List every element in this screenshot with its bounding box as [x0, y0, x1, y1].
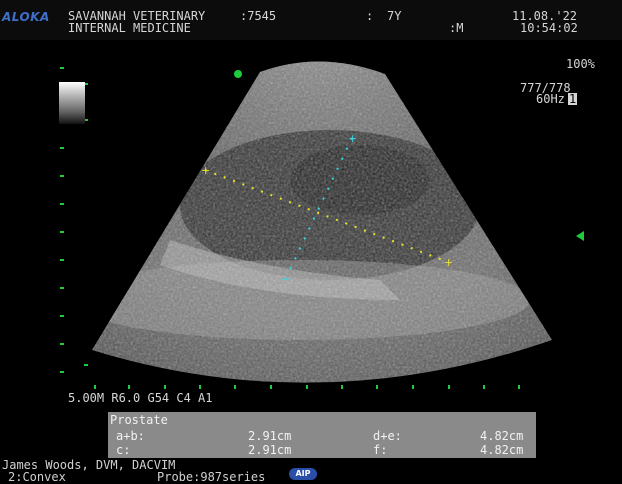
caliper-line-cyan: [285, 137, 353, 279]
aip-badge: AIP: [289, 468, 317, 480]
caliper-start-cyan: +: [348, 132, 357, 145]
measure-value-de: 4.82cm: [480, 429, 524, 443]
measure-label-f: f:: [373, 443, 388, 457]
calipers: + + + +: [60, 67, 520, 389]
measure-value-ab: 2.91cm: [248, 429, 292, 443]
caliper-end-cyan: +: [281, 273, 290, 286]
caliper-start-yellow: +: [201, 164, 210, 177]
probe-mode: 2:Convex: [8, 470, 66, 484]
measure-value-f: 4.82cm: [480, 443, 524, 457]
measure-label-ab: a+b:: [116, 429, 145, 443]
frame-rate-badge: 1: [568, 92, 578, 106]
caliper-line-yellow: [204, 169, 449, 263]
measurement-panel: Prostate a+b: 2.91cm d+e: 4.82cm c: 2.91…: [108, 412, 536, 458]
measure-label-c: c:: [116, 443, 131, 457]
lateral-scale: [94, 385, 520, 389]
caliper-end-yellow: +: [444, 256, 453, 269]
probe-type: Probe:987series: [157, 470, 266, 484]
orientation-dot: [234, 70, 242, 78]
measurement-title: Prostate: [110, 413, 168, 427]
measure-value-c: 2.91cm: [248, 443, 292, 457]
focus-marker-icon: [576, 231, 584, 241]
grayscale-bar: [59, 82, 85, 124]
imaging-params: 5.00M R6.0 G54 C4 A1: [68, 391, 213, 405]
zoom-level: 100%: [566, 57, 595, 71]
frame-rate: 60Hz: [536, 92, 565, 106]
measure-label-de: d+e:: [373, 429, 402, 443]
